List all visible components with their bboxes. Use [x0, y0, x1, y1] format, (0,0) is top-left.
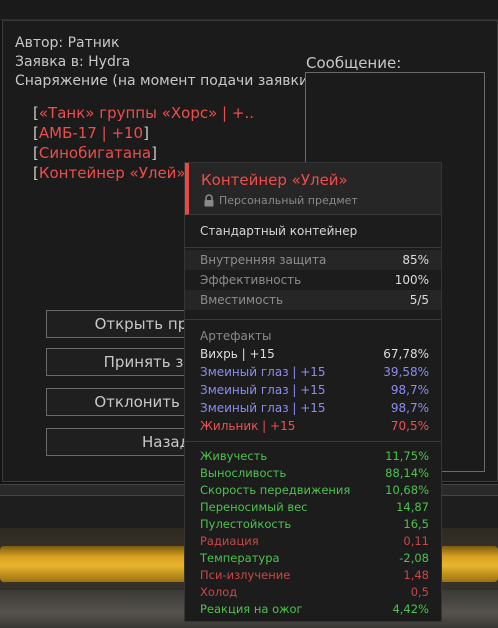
effect-row-value: 10,68%	[385, 483, 429, 497]
equipment-label: Снаряжение (на момент подачи заявки):	[15, 73, 319, 89]
artifact-row-label: Вихрь | +15	[200, 347, 275, 361]
divider	[185, 247, 441, 248]
equipment-item-4[interactable]: [Контейнер «Улей»]	[33, 164, 191, 182]
lock-icon	[204, 194, 214, 207]
artifact-row-value: 98,7%	[390, 383, 429, 397]
artifacts-label: Артефакты	[200, 329, 272, 343]
effect-row-label: Температура	[200, 551, 280, 565]
artifact-row: Змеиный глаз | +15 98,7%	[185, 400, 441, 417]
artifact-row-label: Жильник | +15	[200, 419, 296, 433]
request-to-text: Заявка в: Hydra	[15, 54, 131, 70]
effect-row-value: 14,87	[396, 500, 429, 514]
effect-row-label: Живучесть	[200, 449, 268, 463]
effect-row-value: 4,42%	[392, 602, 429, 616]
stat-value: 85%	[402, 253, 429, 267]
effect-row: Выносливость 88,14%	[185, 465, 441, 482]
top-bar	[0, 0, 498, 20]
container-type: Стандартный контейнер	[200, 224, 358, 238]
effect-row-value: 88,14%	[385, 466, 429, 480]
effect-row: Скорость передвижения 10,68%	[185, 482, 441, 499]
effect-row: Пси-излучение 1,48	[185, 567, 441, 584]
effect-row-label: Радиация	[200, 534, 259, 548]
artifact-row-value: 70,5%	[390, 419, 429, 433]
message-label: Сообщение:	[306, 54, 402, 72]
effect-row: Живучесть 11,75%	[185, 448, 441, 465]
artifact-row: Змеиный глаз | +15 39,58%	[185, 364, 441, 381]
artifact-row: Вихрь | +15 67,78%	[185, 346, 441, 363]
effect-row-value: 16,5	[403, 517, 429, 531]
artifact-row: Змеиный глаз | +15 98,7%	[185, 382, 441, 399]
stat-row: Эффективность 100%	[185, 270, 441, 290]
effect-row-value: 11,75%	[385, 449, 429, 463]
stat-value: 5/5	[409, 293, 429, 307]
effect-row: Радиация 0,11	[185, 533, 441, 550]
stat-row: Вместимость 5/5	[185, 290, 441, 310]
tooltip-header: Контейнер «Улей» Персональный предмет	[185, 163, 441, 215]
equipment-item-3[interactable]: [Синобигатана]	[33, 144, 157, 162]
artifact-row: Жильник | +15 70,5%	[185, 418, 441, 435]
artifact-row-value: 39,58%	[383, 365, 429, 379]
effect-row: Переносимый вес 14,87	[185, 499, 441, 516]
effect-row-label: Холод	[200, 585, 238, 599]
item-tooltip: Контейнер «Улей» Персональный предмет Ст…	[184, 162, 442, 622]
effect-row: Пулестойкость 16,5	[185, 516, 441, 533]
stat-label: Вместимость	[200, 293, 284, 307]
effect-row-value: 1,48	[403, 568, 429, 582]
effect-row: Температура -2,08	[185, 550, 441, 567]
divider	[185, 441, 441, 442]
stat-row: Внутренняя защита 85%	[185, 250, 441, 270]
author-text: Автор: Ратник	[15, 35, 120, 51]
effect-row-label: Пси-излучение	[200, 568, 291, 582]
effect-row-label: Переносимый вес	[200, 500, 308, 514]
tooltip-subtitle: Персональный предмет	[219, 194, 358, 207]
artifact-row-value: 98,7%	[390, 401, 429, 415]
stat-value: 100%	[394, 273, 429, 287]
artifact-row-label: Змеиный глаз | +15	[200, 401, 326, 415]
stat-label: Внутренняя защита	[200, 253, 327, 267]
effect-row-value: 0,5	[410, 585, 429, 599]
effect-row-label: Пулестойкость	[200, 517, 292, 531]
effect-row-label: Выносливость	[200, 466, 287, 480]
divider	[185, 319, 441, 320]
artifact-row-label: Змеиный глаз | +15	[200, 383, 326, 397]
stat-label: Эффективность	[200, 273, 302, 287]
tooltip-title: Контейнер «Улей»	[201, 171, 348, 189]
effect-row: Реакция на ожог 4,42%	[185, 601, 441, 618]
artifact-row-label: Змеиный глаз | +15	[200, 365, 326, 379]
effect-row-label: Скорость передвижения	[200, 483, 351, 497]
effect-row-value: -2,08	[399, 551, 429, 565]
equipment-item-2[interactable]: [АМБ-17 | +10]	[33, 124, 149, 142]
artifact-row-value: 67,78%	[383, 347, 429, 361]
effect-row-label: Реакция на ожог	[200, 602, 303, 616]
equipment-item-1[interactable]: [«Танк» группы «Хорс» | +..	[33, 104, 254, 122]
effect-row-value: 0,11	[403, 534, 429, 548]
effect-row: Холод 0,5	[185, 584, 441, 601]
